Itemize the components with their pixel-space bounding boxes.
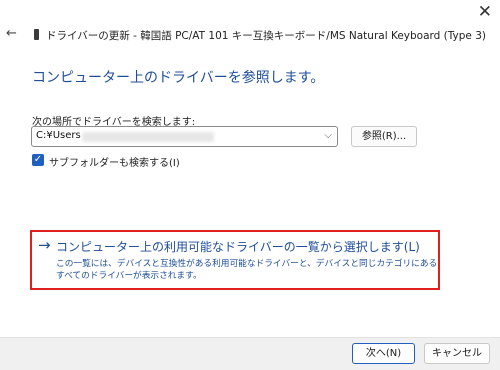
pick-from-list-title[interactable]: コンピューター上の利用可能なドライバーの一覧から選択します(L) — [56, 238, 420, 255]
title-bar: ← ドライバーの更新 - 韓国語 PC/AT 101 キー互換キーボード/MS … — [0, 26, 500, 48]
back-arrow-icon[interactable]: ← — [6, 26, 17, 41]
keyboard-device-icon — [34, 29, 39, 40]
arrow-right-icon: → — [38, 236, 51, 254]
cancel-button[interactable]: キャンセル — [424, 343, 490, 364]
driver-path-value: C:¥Users — [36, 130, 81, 141]
window-title: ドライバーの更新 - 韓国語 PC/AT 101 キー互換キーボード/MS Na… — [46, 30, 486, 42]
include-subfolders-row[interactable]: ✓ サブフォルダーも検索する(I) — [32, 152, 232, 169]
include-subfolders-checkbox[interactable]: ✓ — [32, 154, 44, 166]
driver-path-combobox[interactable]: C:¥Users ⌵ — [31, 126, 338, 147]
include-subfolders-label: サブフォルダーも検索する(I) — [49, 158, 180, 169]
chevron-down-icon[interactable]: ⌵ — [324, 130, 332, 141]
next-button[interactable]: 次へ(N) — [352, 343, 415, 364]
redacted-path — [82, 132, 214, 142]
browse-button[interactable]: 参照(R)... — [351, 126, 417, 147]
dialog-footer: 次へ(N) キャンセル — [0, 337, 500, 370]
pick-from-list-description: この一覧には、デバイスと互換性がある利用可能なドライバーと、デバイスと同じカテゴ… — [56, 259, 438, 281]
update-driver-window: ✕ ← ドライバーの更新 - 韓国語 PC/AT 101 キー互換キーボード/M… — [0, 0, 500, 370]
page-heading: コンピューター上のドライバーを参照します。 — [32, 70, 325, 86]
close-icon[interactable]: ✕ — [478, 2, 492, 22]
pick-from-list-option[interactable]: → コンピューター上の利用可能なドライバーの一覧から選択します(L) この一覧に… — [30, 230, 440, 290]
